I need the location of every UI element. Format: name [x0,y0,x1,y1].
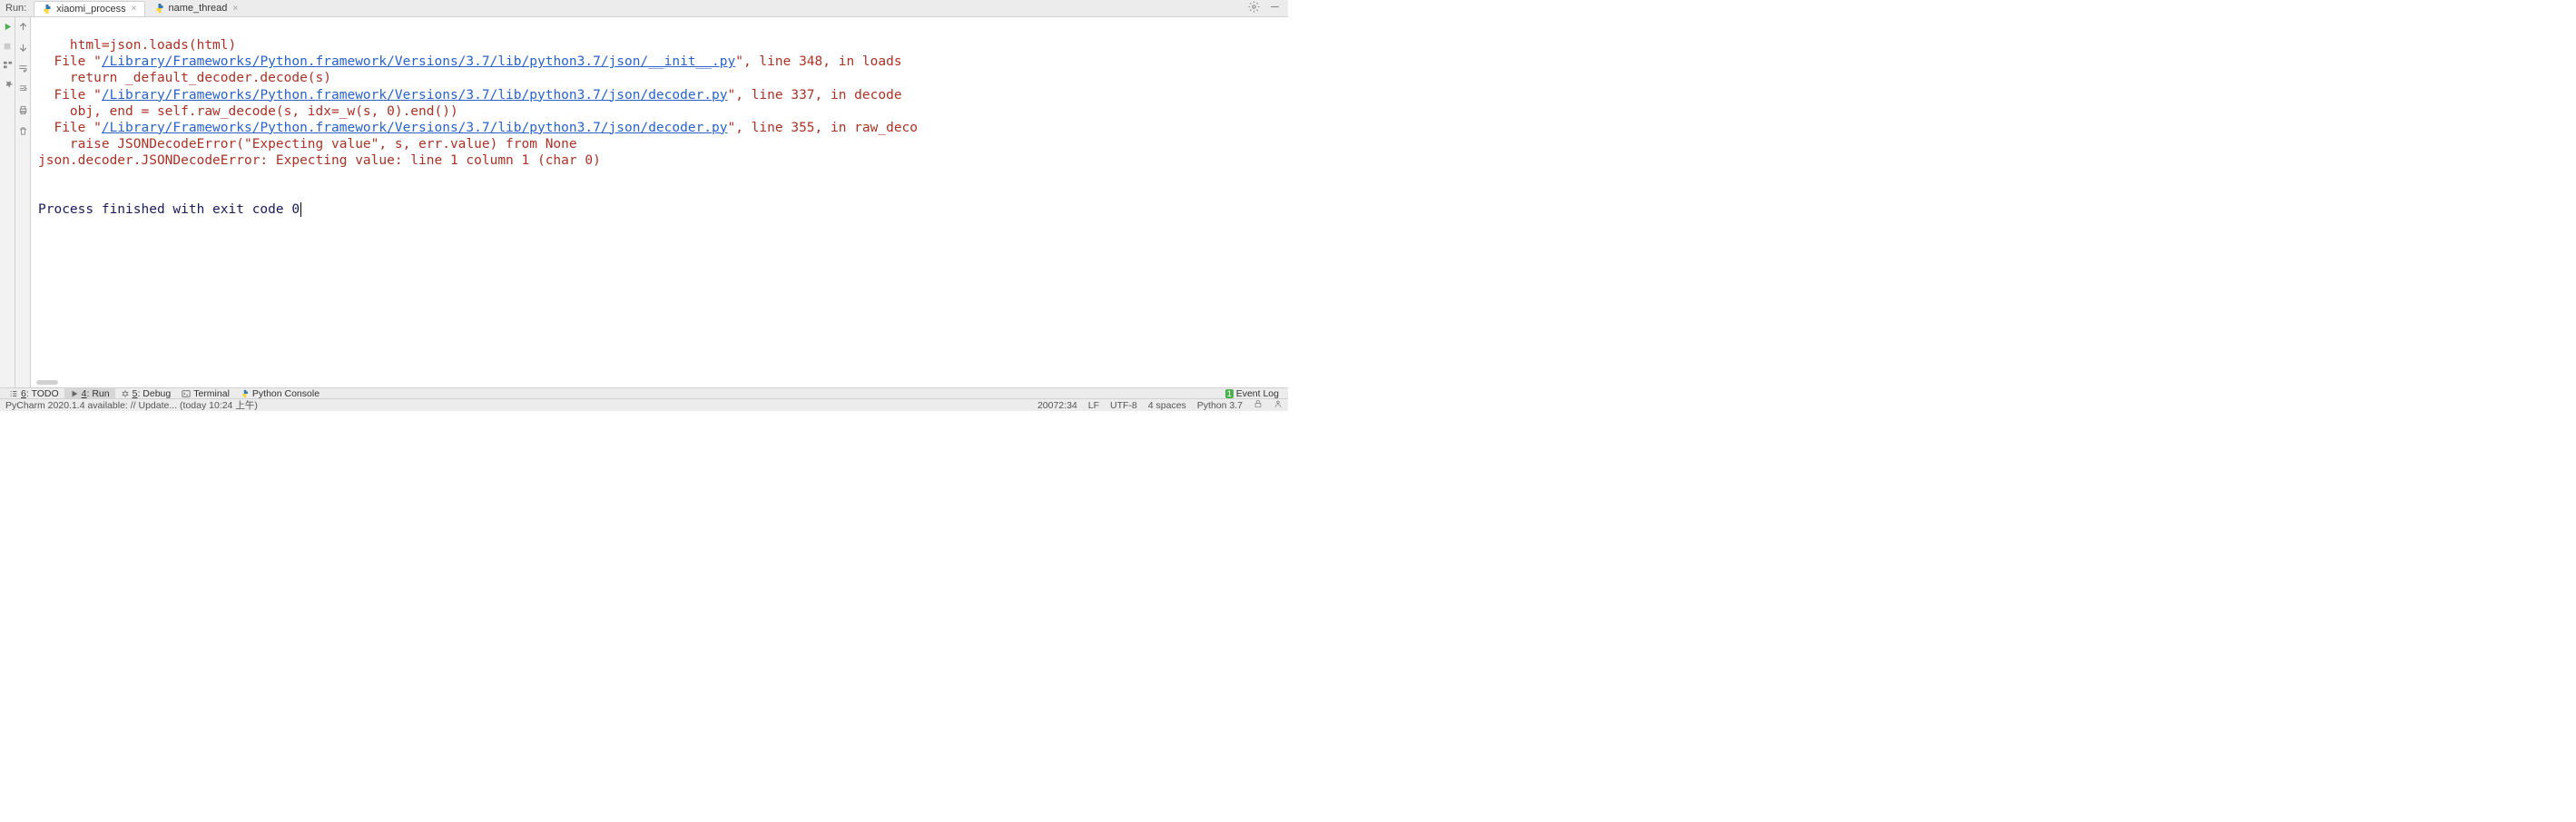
python-file-icon [42,4,53,15]
todo-icon [9,389,18,398]
python-icon [241,389,250,398]
run-tab-xiaomi-process[interactable]: xiaomi_process × [34,1,144,16]
console-output[interactable]: html=json.loads(html) File "/Library/Fra… [31,17,1288,387]
lock-icon[interactable] [1254,399,1263,411]
down-button[interactable] [18,42,28,55]
text-cursor [300,202,301,217]
trash-icon[interactable] [18,125,28,139]
cursor-position[interactable]: 20072:34 [1037,400,1077,411]
run-tool-body: html=json.loads(html) File "/Library/Fra… [0,17,1288,387]
run-label: Run: [5,3,26,14]
console-actions-toolbar [15,17,31,387]
stop-button[interactable] [2,40,14,52]
pin-icon[interactable] [2,78,14,90]
file-link[interactable]: /Library/Frameworks/Python.framework/Ver… [102,54,735,69]
bug-icon [121,389,130,398]
traceback-file: File "/Library/Frameworks/Python.framewo… [38,121,918,135]
play-icon [70,389,79,398]
print-icon[interactable] [18,104,28,118]
gear-icon[interactable] [1248,1,1260,15]
rerun-button[interactable] [2,21,14,33]
todo-tool-button[interactable]: 6: TODO [4,388,64,398]
traceback-code: obj, end = self.raw_decode(s, idx=_w(s, … [38,104,458,119]
up-button[interactable] [18,21,28,34]
scroll-to-end-icon[interactable] [18,83,28,97]
debug-tool-button[interactable]: 5: Debug [115,388,177,398]
file-link[interactable]: /Library/Frameworks/Python.framework/Ver… [102,121,728,135]
file-encoding[interactable]: UTF-8 [1110,400,1137,411]
traceback-file: File "/Library/Frameworks/Python.framewo… [38,88,902,103]
ide-profile-icon[interactable] [1273,399,1283,411]
status-bar: PyCharm 2020.1.4 available: // Update...… [0,399,1288,411]
update-notification[interactable]: PyCharm 2020.1.4 available: // Update...… [5,398,258,412]
run-actions-toolbar [0,17,15,387]
error-message: json.decoder.JSONDecodeError: Expecting … [38,153,601,168]
traceback-code: raise JSONDecodeError("Expecting value",… [38,137,577,152]
run-tool-window-header: Run: xiaomi_process × name_thread × [0,0,1288,17]
python-console-tool-button[interactable]: Python Console [235,388,325,398]
close-tab-icon[interactable]: × [132,4,137,14]
event-log-button[interactable]: 1 Event Log [1225,388,1284,399]
close-tab-icon[interactable]: × [232,4,238,14]
run-tool-button[interactable]: 4: Run [64,388,115,398]
event-count-badge: 1 [1225,389,1234,398]
traceback-code: return _default_decoder.decode(s) [38,71,331,85]
layout-icon[interactable] [2,59,14,71]
tab-label: name_thread [169,3,228,14]
python-file-icon [154,3,165,14]
soft-wrap-icon[interactable] [18,63,28,76]
traceback-file: File "/Library/Frameworks/Python.framewo… [38,54,902,69]
indent-setting[interactable]: 4 spaces [1148,400,1186,411]
minimize-icon[interactable] [1269,1,1281,15]
horizontal-scrollbar-thumb[interactable] [36,380,58,385]
tab-label: xiaomi_process [56,4,125,15]
line-separator[interactable]: LF [1088,400,1099,411]
file-link[interactable]: /Library/Frameworks/Python.framework/Ver… [102,88,728,103]
terminal-icon [182,389,191,398]
traceback-code: html=json.loads(html) [38,38,236,53]
terminal-tool-button[interactable]: Terminal [176,388,235,398]
run-tab-name-thread[interactable]: name_thread × [147,1,246,16]
process-finished: Process finished with exit code 0 [38,202,301,217]
python-interpreter[interactable]: Python 3.7 [1197,400,1243,411]
